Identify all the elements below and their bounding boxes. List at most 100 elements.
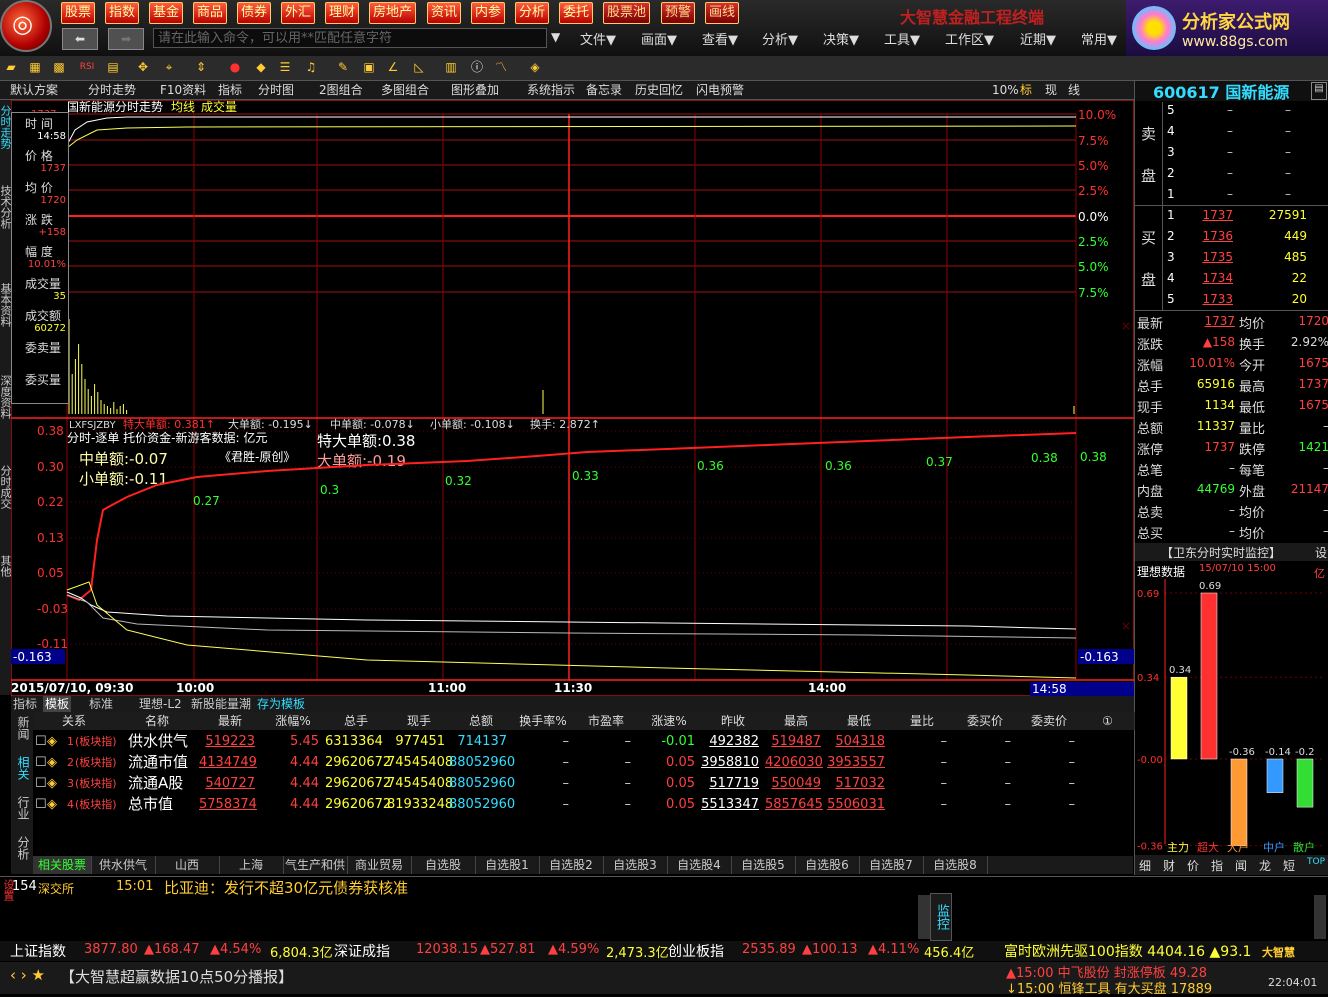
monitor-tab-7[interactable]: TOP	[1307, 857, 1325, 867]
group-tab-6[interactable]: 自选股	[411, 856, 476, 874]
table-top-tab-2[interactable]: 标准	[89, 696, 113, 712]
triangle-icon[interactable]: ◺	[410, 59, 428, 76]
table-side-tab-3[interactable]: 分析	[15, 836, 32, 860]
table-header-15[interactable]: 委卖价	[1017, 712, 1082, 730]
table-header-2[interactable]: 最新	[199, 712, 262, 730]
table-top-tab-0[interactable]: 指标	[13, 696, 37, 712]
menu-btn-3[interactable]: 商品	[193, 2, 228, 24]
table-top-tab-5[interactable]: 存为模板	[257, 696, 305, 712]
signal-icon[interactable]: ◈	[526, 59, 544, 76]
monitor-settings-button[interactable]: 设	[1315, 544, 1327, 561]
table-header-3[interactable]: 涨幅%	[261, 712, 326, 730]
command-dropdown-icon[interactable]: ▼	[551, 30, 560, 44]
left-tab-0[interactable]: 分时走势	[0, 105, 12, 149]
command-input[interactable]: 请在此输入命令，可以用**匹配任意字符	[153, 28, 547, 48]
tab-1[interactable]: 分时走势	[88, 82, 136, 98]
table-side-tab-0[interactable]: 新闻	[15, 716, 32, 740]
brand-banner[interactable]: 分析家公式网 www.88gs.com	[1126, 0, 1328, 56]
info-icon[interactable]: ⓘ	[468, 59, 486, 76]
tab-2[interactable]: F10资料	[160, 82, 206, 98]
group-tab-14[interactable]: 自选股8	[923, 856, 988, 874]
table-header-8[interactable]: 市盈率	[575, 712, 638, 730]
bid-price[interactable]: 1736	[1201, 229, 1233, 243]
tab-right-2[interactable]: 现	[1045, 82, 1057, 98]
monitor-tab-2[interactable]: 价	[1187, 857, 1199, 874]
row-name[interactable]: 总市值	[128, 794, 173, 814]
bell-icon[interactable]: ♫	[302, 59, 320, 76]
crosshair-icon[interactable]: ⌖	[160, 59, 178, 76]
table-header-14[interactable]: 委买价	[953, 712, 1018, 730]
status-broadcast[interactable]: 【大智慧超赢数据10点50分播报】	[60, 966, 293, 987]
main-menu-6[interactable]: 工作区▼	[945, 29, 994, 48]
tab-right-1[interactable]: 标	[1020, 82, 1032, 98]
tab-0[interactable]: 默认方案	[10, 82, 58, 98]
menu-btn-10[interactable]: 分析	[515, 2, 550, 24]
bid-price[interactable]: 1735	[1201, 250, 1233, 264]
main-menu-1[interactable]: 画面▼	[641, 29, 677, 48]
menu-btn-14[interactable]: 画线	[705, 2, 740, 24]
tab-4[interactable]: 分时图	[258, 82, 294, 98]
table-header-12[interactable]: 最低	[827, 712, 892, 730]
news-scrollbar[interactable]	[918, 895, 930, 939]
diamond-icon[interactable]: ◆	[252, 59, 270, 76]
group-tab-4[interactable]: 气生产和供应	[283, 856, 348, 874]
monitor-tab-0[interactable]: 细	[1139, 857, 1151, 874]
tab-right-0[interactable]: 10%	[992, 82, 1019, 98]
row-checkbox[interactable]: ☐	[35, 774, 47, 794]
index-ticker-right[interactable]: 富时欧洲先驱100指数 4404.16 ▲93.1	[1004, 941, 1256, 961]
tab-7[interactable]: 图形叠加	[451, 82, 499, 98]
menu-btn-0[interactable]: 股票	[61, 2, 96, 24]
group-tab-1[interactable]: 供水供气	[91, 856, 156, 874]
tab-6[interactable]: 多图组合	[381, 82, 429, 98]
row-checkbox[interactable]: ☐	[35, 795, 47, 815]
grid-icon[interactable]: ▩	[50, 59, 68, 76]
menu-btn-2[interactable]: 基金	[149, 2, 184, 24]
tab-5[interactable]: 2图组合	[319, 82, 363, 98]
left-tab-3[interactable]: 深度资料	[0, 375, 12, 419]
table-settings-icon[interactable]: ①	[1081, 712, 1135, 730]
table-header-6[interactable]: 总额	[449, 712, 514, 730]
group-tab-8[interactable]: 自选股2	[539, 856, 604, 874]
group-tab-2[interactable]: 山西	[155, 856, 220, 874]
main-menu-3[interactable]: 分析▼	[762, 29, 798, 48]
table-row[interactable]: ☐ ◈ 3 (板块指) 流通A股 540727 4.44 29620672 74545408 88…	[11, 774, 1134, 795]
tab-3[interactable]: 指标	[218, 82, 242, 98]
table-top-tab-4[interactable]: 新股能量潮	[191, 696, 251, 712]
table-header-11[interactable]: 最高	[765, 712, 828, 730]
menu-btn-5[interactable]: 外汇	[281, 2, 316, 24]
row-name[interactable]: 流通市值	[128, 752, 188, 772]
tab-11[interactable]: 闪电预警	[696, 82, 744, 98]
menu-btn-4[interactable]: 债券	[237, 2, 272, 24]
menu-btn-6[interactable]: 理财	[325, 2, 360, 24]
monitor-tab-6[interactable]: 短	[1283, 857, 1295, 874]
table-header-13[interactable]: 量比	[891, 712, 954, 730]
group-tab-5[interactable]: 商业贸易	[347, 856, 412, 874]
table-header-1[interactable]: 名称	[115, 712, 200, 730]
table-header-9[interactable]: 涨速%	[637, 712, 702, 730]
bid-price[interactable]: 1737	[1201, 208, 1233, 222]
angle-icon[interactable]: ∠	[384, 59, 402, 76]
main-menu-4[interactable]: 决策▼	[823, 29, 859, 48]
chart-icon[interactable]: ▦	[26, 59, 44, 76]
tab-8[interactable]: 系统指示	[527, 82, 575, 98]
left-tab-1[interactable]: 技术分析	[0, 185, 12, 229]
menu-btn-7[interactable]: 房地产	[369, 2, 417, 24]
group-tab-0[interactable]: 相关股票	[33, 856, 92, 874]
draw-icon[interactable]: ✎	[334, 59, 352, 76]
group-tab-3[interactable]: 上海	[219, 856, 284, 874]
group-tab-11[interactable]: 自选股5	[731, 856, 796, 874]
menu-btn-1[interactable]: 指数	[105, 2, 140, 24]
row-name[interactable]: 流通A股	[128, 773, 183, 793]
trend-icon[interactable]: 〽	[492, 59, 510, 76]
quote-menu-icon[interactable]: ▤	[1311, 82, 1327, 100]
table-header-10[interactable]: 昨收	[701, 712, 766, 730]
group-tab-10[interactable]: 自选股4	[667, 856, 732, 874]
group-tab-7[interactable]: 自选股1	[475, 856, 540, 874]
table-row[interactable]: ☐ ◈ 2 (板块指) 流通市值 4134749 4.44 29620672 74545408 8…	[11, 753, 1134, 774]
tab-9[interactable]: 备忘录	[586, 82, 622, 98]
table-row[interactable]: ☐ ◈ 4 (板块指) 总市值 5758374 4.44 29620672 81933248 88…	[11, 795, 1134, 816]
main-menu-8[interactable]: 常用▼	[1081, 29, 1117, 48]
group-tab-12[interactable]: 自选股6	[795, 856, 860, 874]
monitor-tab-4[interactable]: 闻	[1235, 857, 1247, 874]
left-tab-5[interactable]: 其他	[0, 555, 12, 577]
